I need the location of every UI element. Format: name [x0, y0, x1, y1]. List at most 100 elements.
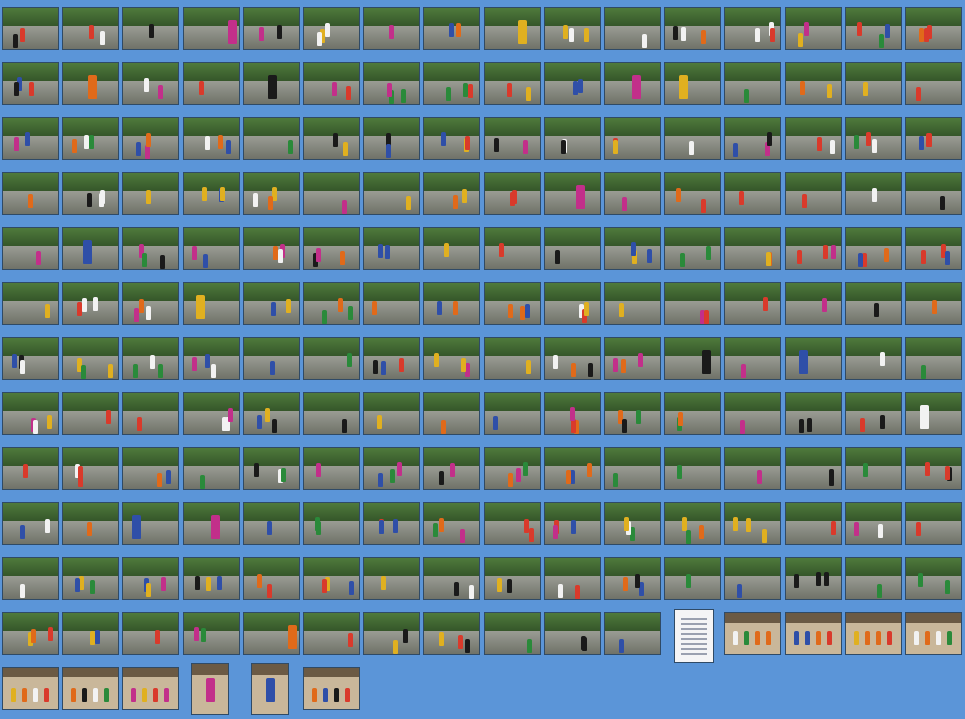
photo-thumbnail-2-3[interactable] [122, 62, 180, 105]
photo-thumbnail-9-2[interactable] [62, 447, 120, 490]
photo-thumbnail-6-2[interactable] [62, 282, 120, 325]
photo-thumbnail-8-4[interactable] [182, 392, 240, 435]
photo-thumbnail-7-9[interactable] [483, 337, 541, 380]
photo-thumbnail-10-8[interactable] [423, 502, 481, 545]
photo-thumbnail-2-1[interactable] [2, 62, 59, 105]
photo-thumbnail-5-9[interactable] [483, 227, 541, 270]
photo-thumbnail-4-1[interactable] [2, 172, 59, 215]
photo-thumbnail-4-4[interactable] [182, 172, 240, 215]
photo-thumbnail-3-11[interactable] [604, 117, 661, 160]
photo-thumbnail-9-8[interactable] [423, 447, 481, 490]
photo-thumbnail-4-3[interactable] [122, 172, 180, 215]
photo-thumbnail-10-14[interactable] [784, 502, 842, 545]
photo-thumbnail-3-16[interactable] [905, 117, 962, 160]
photo-thumbnail-8-1[interactable] [2, 392, 59, 435]
photo-thumbnail-7-12[interactable] [664, 337, 722, 380]
photo-thumbnail-11-1[interactable] [2, 557, 59, 600]
photo-thumbnail-4-5[interactable] [242, 172, 300, 215]
photo-thumbnail-5-8[interactable] [423, 227, 481, 270]
photo-thumbnail-5-5[interactable] [242, 227, 300, 270]
photo-thumbnail-1-6[interactable] [303, 7, 360, 50]
photo-thumbnail-10-9[interactable] [483, 502, 541, 545]
photo-thumbnail-12-8[interactable] [423, 612, 481, 655]
photo-thumbnail-1-15[interactable] [844, 7, 902, 50]
photo-thumbnail-5-12[interactable] [664, 227, 722, 270]
photo-thumbnail-12-9[interactable] [483, 612, 541, 655]
photo-thumbnail-11-7[interactable] [363, 557, 421, 600]
photo-thumbnail-1-4[interactable] [182, 7, 240, 50]
photo-thumbnail-12-16[interactable] [905, 612, 962, 655]
photo-thumbnail-4-8[interactable] [423, 172, 481, 215]
photo-thumbnail-7-10[interactable] [543, 337, 601, 380]
photo-thumbnail-10-12[interactable] [664, 502, 722, 545]
photo-thumbnail-6-13[interactable] [724, 282, 782, 325]
photo-thumbnail-2-2[interactable] [62, 62, 120, 105]
photo-thumbnail-13-6[interactable] [303, 667, 360, 710]
photo-thumbnail-3-7[interactable] [363, 117, 421, 160]
photo-thumbnail-4-9[interactable] [483, 172, 541, 215]
photo-thumbnail-5-4[interactable] [182, 227, 240, 270]
photo-thumbnail-12-5[interactable] [242, 612, 300, 655]
photo-thumbnail-10-4[interactable] [182, 502, 240, 545]
photo-thumbnail-8-6[interactable] [303, 392, 360, 435]
photo-thumbnail-3-3[interactable] [122, 117, 180, 160]
photo-thumbnail-11-11[interactable] [604, 557, 661, 600]
photo-thumbnail-7-14[interactable] [784, 337, 842, 380]
photo-thumbnail-2-8[interactable] [423, 62, 481, 105]
photo-thumbnail-11-4[interactable] [182, 557, 240, 600]
photo-thumbnail-10-16[interactable] [905, 502, 962, 545]
photo-thumbnail-4-14[interactable] [784, 172, 842, 215]
photo-thumbnail-6-3[interactable] [122, 282, 180, 325]
photo-thumbnail-10-2[interactable] [62, 502, 120, 545]
photo-thumbnail-8-11[interactable] [604, 392, 661, 435]
photo-thumbnail-12-1[interactable] [2, 612, 59, 655]
photo-thumbnail-1-7[interactable] [363, 7, 421, 50]
photo-thumbnail-7-11[interactable] [604, 337, 661, 380]
photo-thumbnail-4-12[interactable] [664, 172, 722, 215]
photo-thumbnail-11-16[interactable] [905, 557, 962, 600]
photo-thumbnail-6-1[interactable] [2, 282, 59, 325]
photo-thumbnail-5-3[interactable] [122, 227, 180, 270]
photo-thumbnail-3-8[interactable] [423, 117, 481, 160]
photo-thumbnail-12-6[interactable] [303, 612, 360, 655]
photo-thumbnail-1-12[interactable] [664, 7, 722, 50]
photo-thumbnail-11-8[interactable] [423, 557, 481, 600]
photo-thumbnail-1-14[interactable] [784, 7, 842, 50]
photo-thumbnail-2-14[interactable] [784, 62, 842, 105]
photo-thumbnail-1-3[interactable] [122, 7, 180, 50]
photo-thumbnail-13-1[interactable] [2, 667, 59, 710]
photo-thumbnail-3-5[interactable] [242, 117, 300, 160]
photo-thumbnail-3-15[interactable] [844, 117, 902, 160]
photo-thumbnail-12-2[interactable] [62, 612, 120, 655]
photo-thumbnail-12-7[interactable] [363, 612, 421, 655]
photo-thumbnail-8-2[interactable] [62, 392, 120, 435]
photo-thumbnail-4-13[interactable] [724, 172, 782, 215]
photo-thumbnail-9-4[interactable] [182, 447, 240, 490]
photo-thumbnail-3-6[interactable] [303, 117, 360, 160]
results-sheet-icon[interactable] [674, 609, 715, 663]
photo-thumbnail-8-5[interactable] [242, 392, 300, 435]
photo-thumbnail-10-1[interactable] [2, 502, 59, 545]
photo-thumbnail-10-7[interactable] [363, 502, 421, 545]
photo-thumbnail-8-14[interactable] [784, 392, 842, 435]
photo-thumbnail-3-14[interactable] [784, 117, 842, 160]
photo-thumbnail-12-14[interactable] [784, 612, 842, 655]
photo-thumbnail-5-10[interactable] [543, 227, 601, 270]
photo-thumbnail-13-4[interactable] [190, 663, 229, 715]
photo-thumbnail-12-11[interactable] [604, 612, 661, 655]
photo-thumbnail-10-10[interactable] [543, 502, 601, 545]
photo-thumbnail-12-10[interactable] [543, 612, 601, 655]
photo-thumbnail-8-9[interactable] [483, 392, 541, 435]
photo-thumbnail-10-5[interactable] [242, 502, 300, 545]
photo-thumbnail-11-9[interactable] [483, 557, 541, 600]
photo-thumbnail-8-15[interactable] [844, 392, 902, 435]
photo-thumbnail-10-6[interactable] [303, 502, 360, 545]
photo-thumbnail-10-13[interactable] [724, 502, 782, 545]
photo-thumbnail-8-10[interactable] [543, 392, 601, 435]
photo-thumbnail-6-6[interactable] [303, 282, 360, 325]
photo-thumbnail-5-11[interactable] [604, 227, 661, 270]
photo-thumbnail-1-1[interactable] [2, 7, 59, 50]
photo-thumbnail-4-10[interactable] [543, 172, 601, 215]
photo-thumbnail-2-5[interactable] [242, 62, 300, 105]
photo-thumbnail-5-2[interactable] [62, 227, 120, 270]
